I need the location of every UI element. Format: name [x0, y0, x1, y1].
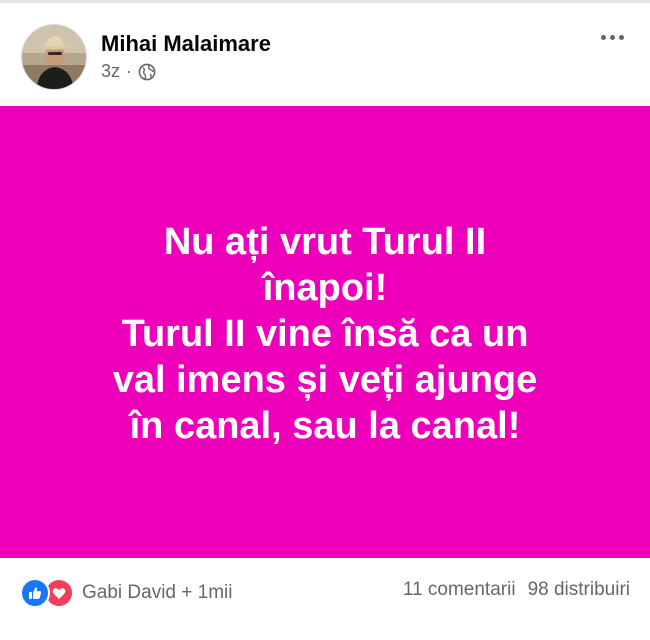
dot	[601, 35, 606, 40]
banner-line: Nu ați vrut Turul II	[163, 221, 487, 263]
dot	[610, 35, 615, 40]
meta-separator: ·	[126, 61, 133, 81]
post-header: Mihai Malaimare 3z ·	[0, 3, 650, 106]
like-icon	[20, 578, 50, 608]
banner-line: val imens și veți ajunge	[112, 359, 538, 401]
banner-line: Turul II vine însă ca un	[121, 313, 529, 355]
reactions-summary[interactable]: Gabi David + 1mii	[20, 578, 232, 608]
more-options-icon[interactable]	[597, 31, 628, 44]
shares-count-link[interactable]: 98 distribuiri	[528, 579, 630, 601]
comments-count-link[interactable]: 11 comentarii	[403, 579, 516, 601]
author-name[interactable]: Mihai Malaimare	[101, 31, 271, 57]
post-time[interactable]: 3z	[101, 61, 120, 82]
reaction-names: Gabi David + 1mii	[82, 582, 233, 603]
post-text-banner: Nu ați vrut Turul II înapoi! Turul II vi…	[0, 106, 650, 558]
post-meta: 3z ·	[101, 61, 156, 82]
dot	[619, 35, 624, 40]
banner-line: în canal, sau la canal!	[129, 405, 521, 447]
banner-text: Nu ați vrut Turul II înapoi! Turul II vi…	[45, 219, 605, 449]
post-footer: Gabi David + 1mii 11 comentarii 98 distr…	[0, 558, 650, 640]
globe-icon	[138, 63, 156, 81]
avatar[interactable]	[21, 24, 87, 90]
avatar-photo	[22, 25, 86, 89]
banner-line: înapoi!	[262, 267, 388, 309]
engagement-counts: 11 comentarii 98 distribuiri	[403, 579, 630, 601]
